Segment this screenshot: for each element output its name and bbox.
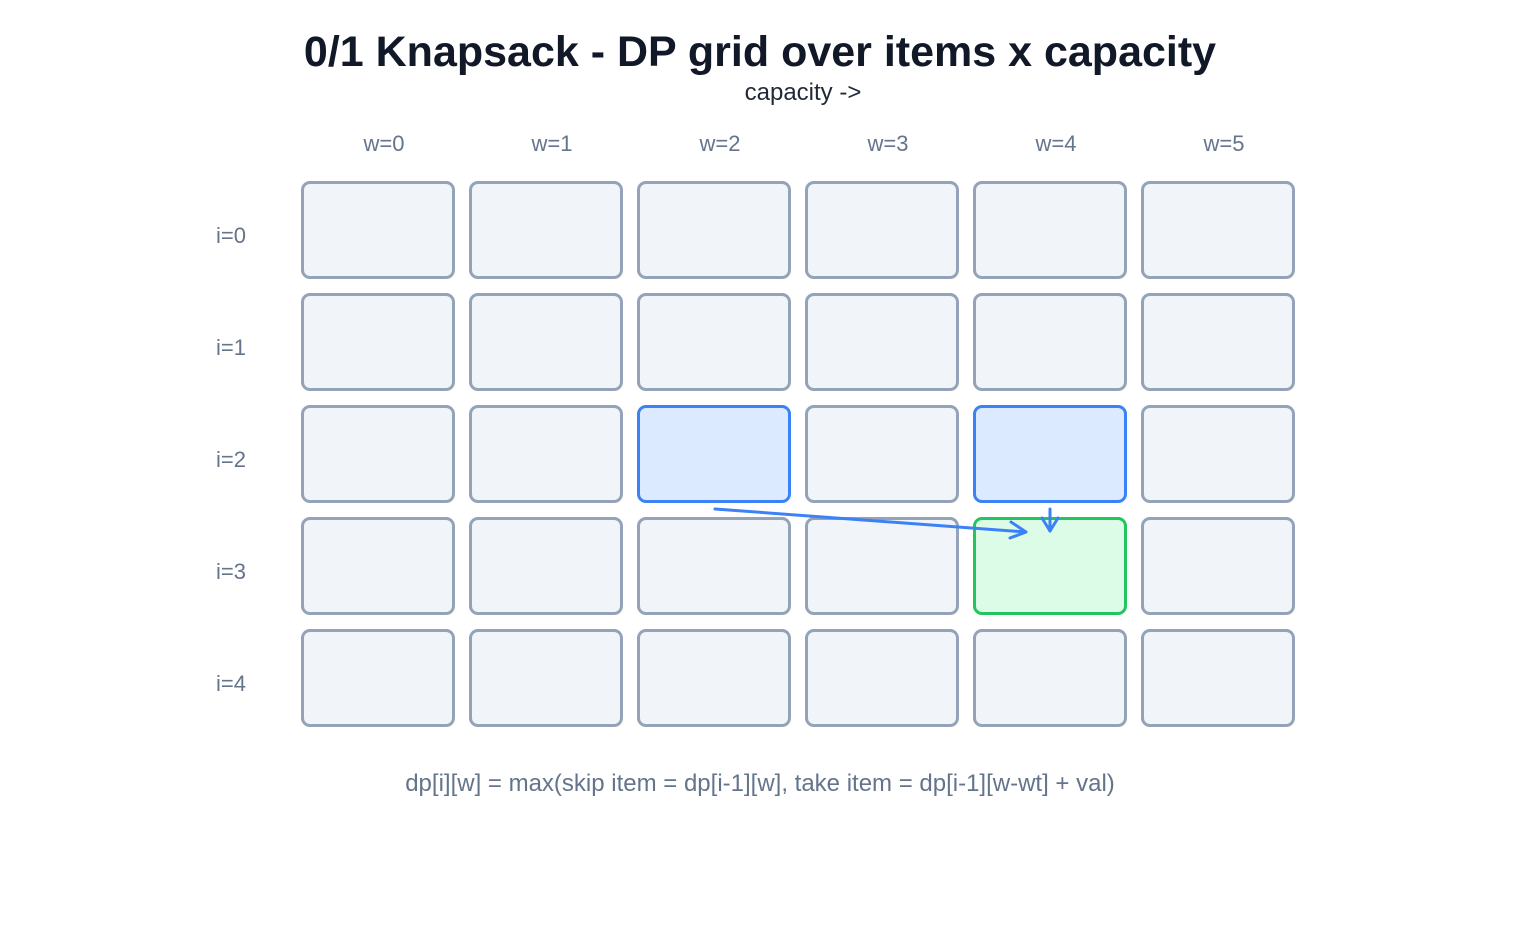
dp-cell-1-1: [469, 293, 623, 391]
dp-cell-0-3: [805, 181, 959, 279]
row-header-i1: i=1: [216, 335, 246, 360]
column-header-w1: w=1: [531, 131, 573, 156]
dp-cell-2-0: [301, 405, 455, 503]
dp-cell-4-1: [469, 629, 623, 727]
dp-cell-3-3: [805, 517, 959, 615]
diagram-title: 0/1 Knapsack - DP grid over items x capa…: [303, 28, 1217, 76]
row-header-i4: i=4: [216, 671, 246, 696]
dp-cell-1-4: [973, 293, 1127, 391]
dp-cell-3-2: [637, 517, 791, 615]
column-header-w5: w=5: [1203, 131, 1245, 156]
row-header-i2: i=2: [216, 447, 246, 472]
dp-cell-3-4: [973, 517, 1127, 615]
dp-cell-4-3: [805, 629, 959, 727]
capacity-axis-caption: capacity ->: [744, 79, 862, 106]
column-header-w2: w=2: [699, 131, 741, 156]
dp-cell-0-4: [973, 181, 1127, 279]
dp-cell-1-5: [1141, 293, 1295, 391]
dp-cell-2-2: [637, 405, 791, 503]
row-header-i0: i=0: [216, 223, 246, 248]
dp-cell-2-5: [1141, 405, 1295, 503]
column-header-w4: w=4: [1035, 131, 1077, 156]
dp-cell-1-0: [301, 293, 455, 391]
dp-cell-2-4: [973, 405, 1127, 503]
dp-cell-4-4: [973, 629, 1127, 727]
column-header-w3: w=3: [867, 131, 909, 156]
dp-cell-3-0: [301, 517, 455, 615]
dp-cell-4-2: [637, 629, 791, 727]
dp-cell-1-2: [637, 293, 791, 391]
dp-cell-4-0: [301, 629, 455, 727]
dp-cell-0-0: [301, 181, 455, 279]
dp-cell-1-3: [805, 293, 959, 391]
dp-cell-3-5: [1141, 517, 1295, 615]
dp-cell-2-1: [469, 405, 623, 503]
dp-cell-0-2: [637, 181, 791, 279]
recurrence-formula: dp[i][w] = max(skip item = dp[i-1][w], t…: [405, 770, 1115, 797]
row-header-i3: i=3: [216, 559, 246, 584]
dp-cell-0-1: [469, 181, 623, 279]
dp-cell-3-1: [469, 517, 623, 615]
dp-cell-2-3: [805, 405, 959, 503]
column-header-w0: w=0: [363, 131, 405, 156]
dp-cell-0-5: [1141, 181, 1295, 279]
dp-cell-4-5: [1141, 629, 1295, 727]
